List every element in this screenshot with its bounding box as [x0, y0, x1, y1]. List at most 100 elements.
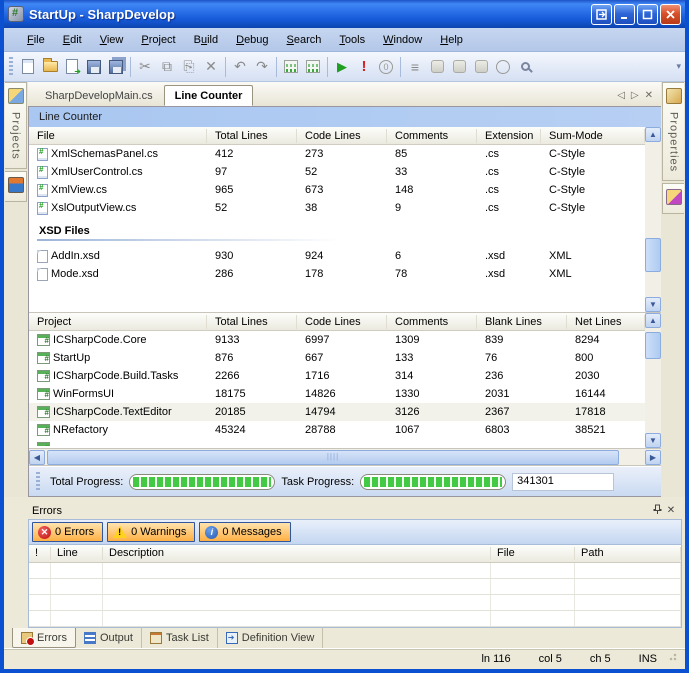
search-icon[interactable] — [514, 56, 536, 78]
tab-scroll-left-icon[interactable]: ◁ — [617, 90, 625, 101]
toolbar-grip[interactable] — [9, 57, 13, 77]
projects-list-scrollbar[interactable]: ▲ ▼ — [645, 313, 661, 448]
column-header-project[interactable]: Project — [29, 315, 207, 329]
window-menu-button[interactable] — [591, 4, 612, 25]
column-header-code-lines[interactable]: Code Lines — [297, 129, 387, 143]
bottom-tab-output[interactable]: Output — [76, 628, 142, 648]
menu-item-search[interactable]: Search — [278, 31, 331, 49]
table-row[interactable]: ICSharpCode.Build.Tasks22661716314236203… — [29, 367, 645, 385]
bottom-tab-definition-view[interactable]: Definition View — [218, 628, 324, 648]
undo-icon[interactable]: ↶ — [229, 56, 251, 78]
menu-item-file[interactable]: File — [18, 31, 54, 49]
menu-item-tools[interactable]: Tools — [330, 31, 374, 49]
column-header-extension[interactable]: Extension — [477, 129, 541, 143]
sidebar-tab-tools[interactable] — [662, 183, 684, 214]
scroll-down-icon[interactable]: ▼ — [645, 433, 661, 448]
bottom-tab-errors[interactable]: Errors — [12, 628, 76, 648]
redo-icon[interactable]: ↷ — [251, 56, 273, 78]
errors-column-header-line[interactable]: Line — [51, 547, 103, 560]
table-row[interactable]: ICSharpCode.TextEditor201851479431262367… — [29, 403, 645, 421]
table-row[interactable]: AddIn.xsd9309246.xsdXML — [29, 247, 645, 265]
horizontal-scrollbar[interactable]: ◀ ▶ — [29, 449, 661, 466]
tab-scroll-right-icon[interactable]: ▷ — [631, 90, 639, 101]
uncomment-region-icon[interactable] — [302, 56, 324, 78]
abort-icon[interactable] — [492, 56, 514, 78]
minimize-button[interactable] — [614, 4, 635, 25]
toggle-icon[interactable] — [426, 56, 448, 78]
scroll-left-icon[interactable]: ◀ — [29, 450, 45, 465]
menu-item-debug[interactable]: Debug — [227, 31, 277, 49]
table-row[interactable]: XmlSchemasPanel.cs41227385.csC-Style — [29, 145, 645, 163]
column-header-sum-mode[interactable]: Sum-Mode — [541, 129, 645, 143]
run-icon[interactable]: ▶ — [331, 56, 353, 78]
comment-region-icon[interactable] — [280, 56, 302, 78]
document-tab-line-counter[interactable]: Line Counter — [164, 85, 254, 106]
profile-icon[interactable]: 0 — [375, 56, 397, 78]
table-row[interactable]: Mode.xsd28617878.xsdXML — [29, 265, 645, 283]
menu-item-window[interactable]: Window — [374, 31, 431, 49]
scroll-up-icon[interactable]: ▲ — [645, 127, 661, 142]
sidebar-tab-projects[interactable]: Projects — [5, 82, 27, 169]
errors-column-header-description[interactable]: Description — [103, 547, 491, 560]
table-row[interactable]: WinFormsUI18175148261330203116144 — [29, 385, 645, 403]
menu-item-build[interactable]: Build — [185, 31, 227, 49]
save-all-icon[interactable] — [105, 56, 127, 78]
column-header-blank-lines[interactable]: Blank Lines — [477, 315, 567, 329]
pin-icon[interactable] — [650, 504, 664, 518]
scroll-down-icon[interactable]: ▼ — [645, 297, 661, 312]
tab-close-icon[interactable]: ✕ — [645, 90, 653, 101]
toolbar-overflow-icon[interactable]: ▾ — [676, 64, 681, 69]
new-file-icon[interactable] — [17, 56, 39, 78]
close-panel-icon[interactable]: ✕ — [664, 505, 678, 516]
copy-icon[interactable]: ⧉ — [156, 56, 178, 78]
build-solution-icon[interactable] — [470, 56, 492, 78]
build-project-icon[interactable] — [448, 56, 470, 78]
table-row[interactable]: XslOutputView.cs52389.csC-Style — [29, 199, 645, 217]
open-with-icon[interactable] — [61, 56, 83, 78]
errors-filter-button-0-errors[interactable]: ✕0 Errors — [32, 522, 103, 542]
list-icon[interactable]: ≡ — [404, 56, 426, 78]
column-header-comments[interactable]: Comments — [387, 129, 477, 143]
build-icon[interactable]: ! — [353, 56, 375, 78]
table-row[interactable] — [29, 439, 645, 446]
open-file-icon[interactable] — [39, 56, 61, 78]
sidebar-tab-classes[interactable] — [5, 171, 27, 202]
bottom-tab-task-list[interactable]: Task List — [142, 628, 218, 648]
scroll-right-icon[interactable]: ▶ — [645, 450, 661, 465]
column-header-comments[interactable]: Comments — [387, 315, 477, 329]
resize-grip[interactable] — [669, 651, 679, 661]
errors-column-header-file[interactable]: File — [491, 547, 575, 560]
delete-icon[interactable]: ✕ — [200, 56, 222, 78]
column-header-net-lines[interactable]: Net Lines — [567, 315, 645, 329]
document-tab-sharpdevelopmain-cs[interactable]: SharpDevelopMain.cs — [34, 85, 164, 106]
errors-filter-button-0-messages[interactable]: i0 Messages — [199, 522, 290, 542]
column-header-file[interactable]: File — [29, 129, 207, 143]
title-bar: StartUp - SharpDevelop — [4, 0, 685, 28]
table-row[interactable]: NRefactory45324287881067680338521 — [29, 421, 645, 439]
menu-item-view[interactable]: View — [91, 31, 133, 49]
errors-filter-button-0-warnings[interactable]: 0 Warnings — [107, 522, 195, 542]
horizontal-scroll-thumb[interactable] — [47, 450, 619, 465]
column-header-code-lines[interactable]: Code Lines — [297, 315, 387, 329]
table-row[interactable]: XmlUserControl.cs975233.csC-Style — [29, 163, 645, 181]
column-header-total-lines[interactable]: Total Lines — [207, 129, 297, 143]
close-button[interactable] — [660, 4, 681, 25]
errors-column-header--[interactable]: ! — [29, 547, 51, 560]
column-header-total-lines[interactable]: Total Lines — [207, 315, 297, 329]
save-icon[interactable] — [83, 56, 105, 78]
table-row[interactable]: StartUp87666713376800 — [29, 349, 645, 367]
errors-column-header-path[interactable]: Path — [575, 547, 681, 560]
progress-toolbar-grip[interactable] — [36, 472, 40, 492]
cut-icon[interactable]: ✂ — [134, 56, 156, 78]
scroll-up-icon[interactable]: ▲ — [645, 313, 661, 328]
paste-icon[interactable]: ⎘ — [178, 56, 200, 78]
bottom-tab-strip: ErrorsOutputTask ListDefinition View — [4, 628, 685, 648]
table-row[interactable]: ICSharpCode.Core9133699713098398294 — [29, 331, 645, 349]
files-list-scrollbar[interactable]: ▲ ▼ — [645, 127, 661, 312]
maximize-button[interactable] — [637, 4, 658, 25]
menu-item-help[interactable]: Help — [431, 31, 472, 49]
menu-item-edit[interactable]: Edit — [54, 31, 91, 49]
menu-item-project[interactable]: Project — [132, 31, 184, 49]
sidebar-tab-properties[interactable]: Properties — [662, 82, 684, 181]
table-row[interactable]: XmlView.cs965673148.csC-Style — [29, 181, 645, 199]
